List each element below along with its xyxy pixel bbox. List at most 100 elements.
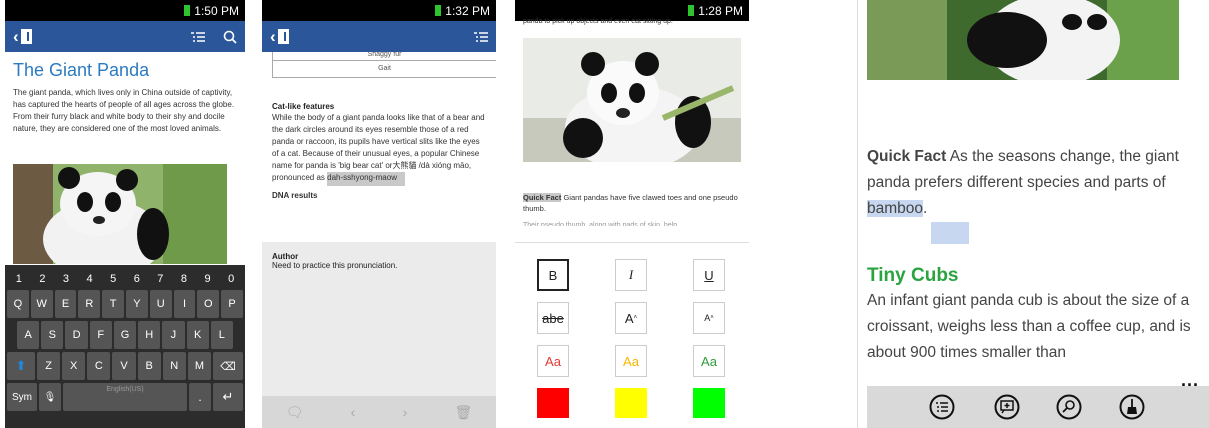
comment-author: Author	[272, 252, 299, 261]
letter-key[interactable]: B	[137, 352, 161, 380]
comment-text[interactable]: Need to practice this pronunciation.	[272, 261, 486, 270]
panda-image	[13, 164, 227, 264]
letter-key[interactable]: O	[197, 290, 220, 318]
letter-key[interactable]: H	[138, 321, 161, 349]
highlight-yellow-swatch[interactable]	[615, 388, 647, 418]
next-icon[interactable]: ›	[403, 404, 408, 420]
find-icon[interactable]	[1056, 394, 1082, 420]
sym-key[interactable]: Sym	[7, 383, 37, 411]
number-key[interactable]: 3	[63, 273, 69, 285]
number-key[interactable]: 2	[39, 273, 45, 285]
battery-icon	[184, 5, 191, 16]
office-back-button[interactable]: ‹	[13, 27, 32, 47]
previous-icon[interactable]: ‹	[351, 404, 356, 420]
letter-key[interactable]: K	[186, 321, 209, 349]
clock: 1:28 PM	[698, 3, 743, 18]
number-key[interactable]: 8	[181, 273, 187, 285]
more-menu-icon[interactable]: ...	[1181, 370, 1199, 391]
letter-key[interactable]: E	[54, 290, 77, 318]
outline-icon[interactable]	[191, 31, 205, 42]
letter-key[interactable]: X	[62, 352, 86, 380]
comment-toolbar: 🗨 ‹ › 🗑	[262, 396, 496, 428]
number-key[interactable]: 0	[228, 273, 234, 285]
quick-fact[interactable]: Quick Fact As the seasons change, the gi…	[867, 144, 1192, 222]
keyboard: 1 2 3 4 5 6 7 8 9 0 QWERTYUIOP ASDFGHJKL ⬆ ZXCVBN…	[5, 265, 245, 428]
letter-key[interactable]: C	[87, 352, 111, 380]
app-bar: ‹	[262, 21, 496, 52]
number-key[interactable]: 1	[16, 273, 22, 285]
number-key[interactable]: 9	[204, 273, 210, 285]
letter-key[interactable]: U	[149, 290, 172, 318]
section-heading: Tiny Cubs	[867, 265, 959, 286]
battery-icon	[688, 5, 695, 16]
document-body[interactable]: The giant panda, which lives only in Chi…	[13, 87, 237, 163]
enter-key[interactable]: ↵	[213, 383, 243, 411]
grow-font-button[interactable]: A ˄	[615, 302, 647, 334]
format-panel: B I Uabe A ˄ A ˄ Aa Aa Aa	[515, 242, 749, 428]
font-color-orange-button[interactable]: Aa	[615, 345, 647, 377]
letter-key[interactable]: N	[162, 352, 186, 380]
period-key[interactable]: .	[189, 383, 211, 411]
outline-icon[interactable]	[474, 31, 488, 42]
outline-icon[interactable]	[929, 394, 955, 420]
letter-key[interactable]: W	[30, 290, 53, 318]
shrink-font-button[interactable]: A ˄	[693, 302, 725, 334]
number-key[interactable]: 6	[134, 273, 140, 285]
number-key[interactable]: 5	[110, 273, 116, 285]
status-bar: 1:50 PM	[5, 0, 245, 21]
letter-key[interactable]: A	[17, 321, 40, 349]
new-comment-icon[interactable]: 🗨	[286, 404, 304, 421]
underline-button[interactable]: U	[693, 259, 725, 291]
format-icon[interactable]	[1119, 394, 1145, 420]
phone-comment-screen: 1:32 PM ‹ Shaggy fur Gait Cat-like featu…	[262, 0, 496, 428]
office-logo-icon	[20, 29, 32, 44]
document-body[interactable]: An infant giant panda cub is about the s…	[867, 288, 1192, 366]
letter-key[interactable]: J	[162, 321, 185, 349]
strikethrough-button[interactable]: abe	[537, 302, 569, 334]
search-icon[interactable]	[223, 30, 237, 44]
highlight-red-swatch[interactable]	[537, 388, 569, 418]
letter-key[interactable]: G	[113, 321, 137, 349]
italic-button[interactable]: I	[615, 259, 647, 291]
letter-key[interactable]: Q	[7, 290, 29, 318]
letter-key[interactable]: M	[187, 352, 211, 380]
highlight-green-swatch[interactable]	[693, 388, 725, 418]
letter-key[interactable]: Z	[37, 352, 61, 380]
delete-icon[interactable]: 🗑	[455, 404, 473, 421]
space-key[interactable]: English(US)	[63, 383, 187, 411]
letter-key[interactable]: S	[41, 321, 64, 349]
phone-reading-screen: Quick Fact As the seasons change, the gi…	[857, 0, 1209, 428]
shift-key[interactable]: ⬆	[7, 352, 35, 380]
letter-key[interactable]: I	[173, 290, 196, 318]
letter-key[interactable]: P	[221, 290, 243, 318]
table: Shaggy fur Gait	[272, 52, 496, 78]
app-bar: ...	[867, 370, 1209, 428]
selected-word[interactable]: bamboo	[867, 200, 924, 217]
comment-icon[interactable]	[994, 394, 1020, 420]
letter-key[interactable]: L	[210, 321, 233, 349]
letter-key[interactable]: F	[89, 321, 112, 349]
table-cell: Shaggy fur	[273, 52, 496, 61]
bold-button[interactable]: B	[537, 259, 569, 291]
backspace-key[interactable]: ⌫	[213, 352, 243, 380]
comment-highlight[interactable]: dah-sshyong-maow	[327, 172, 405, 186]
letter-key[interactable]: D	[65, 321, 88, 349]
font-color-green-button[interactable]: Aa	[693, 345, 725, 377]
letter-key[interactable]: Y	[125, 290, 148, 318]
document-body[interactable]: While the body of a giant panda looks li…	[272, 112, 486, 220]
highlighted-word: Quick Fact	[523, 193, 562, 202]
letter-key[interactable]: R	[78, 290, 101, 318]
letter-key[interactable]: T	[102, 290, 124, 318]
selection-handle[interactable]	[931, 222, 969, 244]
document-body[interactable]: panda to pick up objects and even eat si…	[515, 18, 749, 226]
mic-key[interactable]: 🎙	[39, 383, 61, 411]
panda-image	[523, 38, 741, 162]
letter-key[interactable]: V	[112, 352, 136, 380]
phone-editing-screen: 1:50 PM ‹ The Giant Panda The giant pand…	[5, 0, 245, 428]
table-cell: Gait	[273, 61, 496, 78]
number-key[interactable]: 4	[87, 273, 93, 285]
status-bar: 1:32 PM	[262, 0, 496, 21]
number-key[interactable]: 7	[157, 273, 163, 285]
font-color-red-button[interactable]: Aa	[537, 345, 569, 377]
office-back-button[interactable]: ‹	[270, 27, 289, 47]
